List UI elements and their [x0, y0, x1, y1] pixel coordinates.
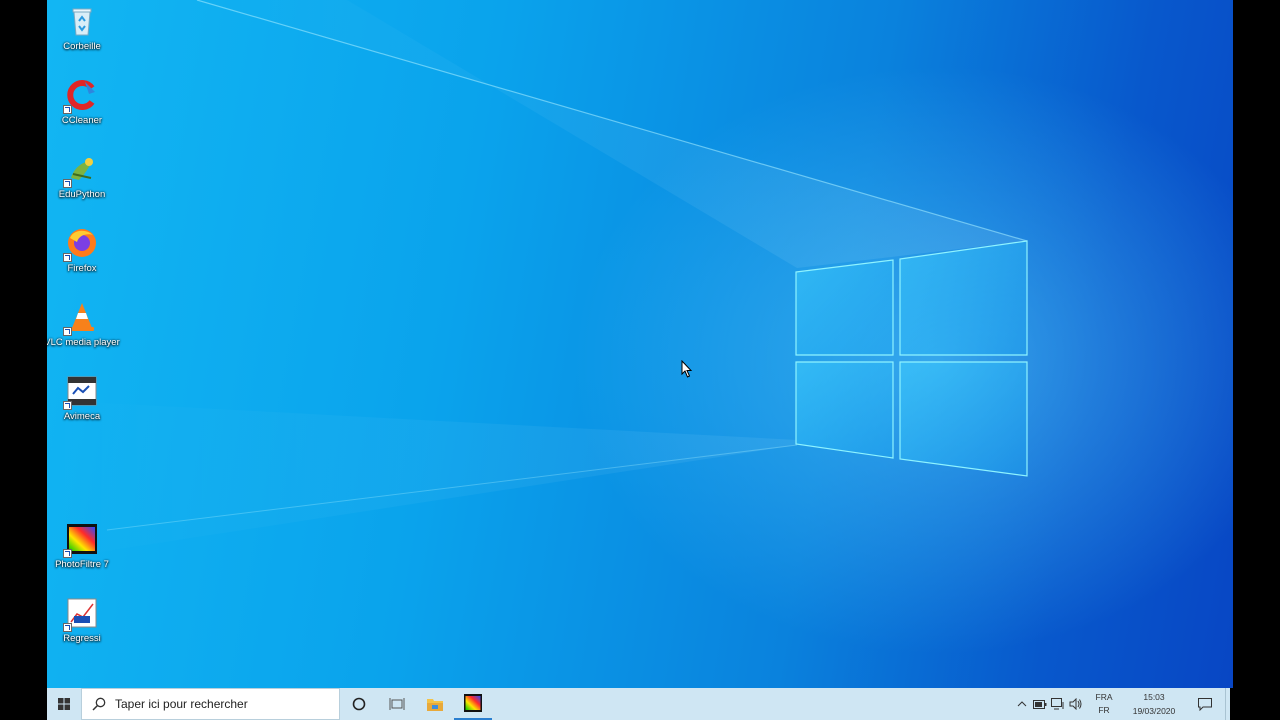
photofiltre-icon	[464, 694, 482, 712]
recycle-bin-icon	[65, 4, 99, 38]
file-explorer-icon	[427, 699, 443, 711]
ccleaner-icon	[63, 78, 99, 114]
clock-date: 19/03/2020	[1132, 706, 1176, 716]
desktop-icon-label: Firefox	[67, 263, 97, 274]
volume-button[interactable]	[1067, 688, 1085, 720]
desktop-icon-avimeca[interactable]: Avimeca	[47, 372, 117, 442]
desktop-icon-firefox[interactable]: Firefox	[47, 224, 117, 294]
show-hidden-icons-button[interactable]	[1013, 688, 1031, 720]
clock[interactable]: 15:03 19/03/2020	[1123, 690, 1185, 718]
desktop-icon-label: Corbeille	[63, 41, 101, 52]
taskbar: Taper ici pour rechercher FRA FR 15:03 1…	[47, 688, 1230, 720]
mouse-pointer-icon	[681, 360, 693, 378]
desktop-icon-corbeille[interactable]: Corbeille	[47, 2, 117, 72]
taskbar-search-box[interactable]: Taper ici pour rechercher	[81, 688, 340, 720]
notification-icon	[1198, 697, 1212, 711]
desktop-icon-label: Regressi	[63, 633, 101, 644]
desktop-icon-label: PhotoFiltre 7	[55, 559, 109, 570]
desktop-icon-photofiltre[interactable]: PhotoFiltre 7	[47, 520, 117, 590]
photofiltre-taskbar-button[interactable]	[454, 688, 492, 720]
desktop-icon-label: EduPython	[58, 189, 106, 200]
vlc-icon	[63, 300, 99, 336]
chevron-up-icon	[1017, 701, 1027, 707]
clock-time: 15:03	[1143, 692, 1165, 702]
action-center-button[interactable]	[1185, 688, 1225, 720]
desktop-icon-regressi[interactable]: Regressi	[47, 594, 117, 664]
windows-wallpaper-logo	[47, 0, 1028, 560]
windows-start-icon	[58, 698, 70, 710]
regressi-icon	[63, 596, 99, 632]
photofiltre-icon	[63, 522, 99, 558]
desktop-icon-label: VLC media player	[47, 337, 120, 348]
system-tray: FRA FR 15:03 19/03/2020	[1013, 688, 1230, 720]
avimeca-icon	[63, 374, 99, 410]
input-language-indicator[interactable]: FRA FR	[1091, 691, 1117, 717]
search-icon	[92, 697, 106, 711]
cortana-icon	[352, 697, 366, 711]
task-view-button[interactable]	[378, 688, 416, 720]
start-button[interactable]	[47, 688, 81, 720]
speaker-icon	[1069, 698, 1082, 710]
file-explorer-button[interactable]	[416, 688, 454, 720]
network-button[interactable]	[1049, 688, 1067, 720]
desktop-icon-edupython[interactable]: EduPython	[47, 150, 117, 220]
desktop-icon-ccleaner[interactable]: CCleaner	[47, 76, 117, 146]
desktop[interactable]: Corbeille CCleaner EduPython Firefox VLC…	[47, 0, 1233, 688]
battery-button[interactable]	[1031, 688, 1049, 720]
show-desktop-button[interactable]	[1225, 688, 1230, 720]
network-icon	[1051, 698, 1064, 710]
battery-icon	[1033, 699, 1047, 709]
keyboard-layout: FR	[1098, 705, 1110, 715]
firefox-icon	[63, 226, 99, 262]
edupython-icon	[63, 152, 99, 188]
search-placeholder: Taper ici pour rechercher	[115, 697, 248, 711]
cortana-button[interactable]	[340, 688, 378, 720]
desktop-icon-label: Avimeca	[63, 411, 101, 422]
task-view-icon	[389, 698, 405, 710]
desktop-icon-vlc[interactable]: VLC media player	[47, 298, 120, 368]
desktop-icon-label: CCleaner	[61, 115, 103, 126]
language-code: FRA	[1095, 692, 1113, 702]
